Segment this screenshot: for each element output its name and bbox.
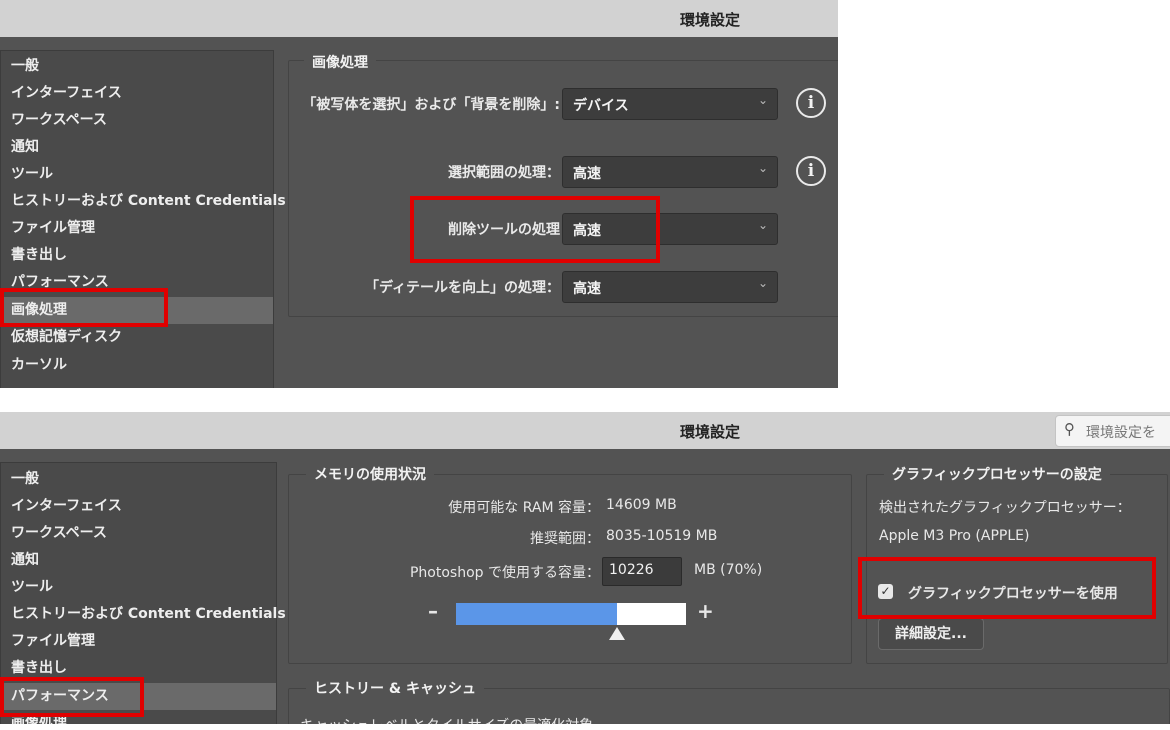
sidebar-item-notifications[interactable]: 通知 xyxy=(1,134,273,161)
window-title: 環境設定 xyxy=(680,423,741,441)
chevron-down-icon: ⌄ xyxy=(757,93,768,107)
dropdown-value: 高速 xyxy=(573,166,601,182)
memory-group-title: メモリの使用状況 xyxy=(306,464,434,484)
range-label: 推奨範囲： xyxy=(530,531,600,547)
chevron-down-icon: ⌄ xyxy=(757,276,768,290)
usage-input-value: 10226 xyxy=(609,562,654,578)
enhance-detail-label: 「ディテールを向上」の処理： xyxy=(364,280,560,296)
gpu-group-title: グラフィックプロセッサーの設定 xyxy=(884,464,1110,484)
history-group-title: ヒストリー & キャッシュ xyxy=(306,678,484,698)
subject-select-label: 「被写体を選択」および「背景を削除」: xyxy=(302,97,560,113)
sidebar-item-scratch-disks[interactable]: 仮想記憶ディスク xyxy=(1,324,273,351)
slider-plus[interactable]: + xyxy=(697,599,714,623)
sidebar-item-file-handling[interactable]: ファイル管理 xyxy=(1,628,276,655)
sidebar-item-notifications[interactable]: 通知 xyxy=(1,547,276,574)
sidebar-item-cursors[interactable]: カーソル xyxy=(1,352,273,379)
info-icon[interactable]: i xyxy=(796,156,826,186)
enhance-detail-dropdown[interactable]: 高速 ⌄ xyxy=(562,271,778,303)
usage-input[interactable]: 10226 xyxy=(602,557,682,586)
chevron-down-icon: ⌄ xyxy=(757,161,768,175)
search-field[interactable]: ⚲ 環境設定を xyxy=(1055,415,1170,447)
slider-minus[interactable]: – xyxy=(428,599,438,623)
detected-gpu-label: 検出されたグラフィックプロセッサー： xyxy=(879,500,1131,516)
sidebar-item-general[interactable]: 一般 xyxy=(1,53,273,80)
detected-gpu-value: Apple M3 Pro (APPLE) xyxy=(879,528,1030,544)
sidebar-item-workspace[interactable]: ワークスペース xyxy=(1,520,276,547)
top-preferences-window: 環境設定 一般 インターフェイス ワークスペース 通知 ツール ヒストリーおよび… xyxy=(0,0,838,388)
range-value: 8035-10519 MB xyxy=(606,528,718,544)
title-bar: 環境設定 ⚲ 環境設定を xyxy=(0,412,1170,449)
selection-processing-label: 選択範囲の処理： xyxy=(448,165,560,181)
sidebar-item-history[interactable]: ヒストリーおよび Content Credentials xyxy=(1,601,286,628)
subject-select-dropdown[interactable]: デバイス ⌄ xyxy=(562,88,778,120)
selection-processing-dropdown[interactable]: 高速 ⌄ xyxy=(562,156,778,188)
search-icon: ⚲ xyxy=(1064,420,1075,438)
search-placeholder: 環境設定を xyxy=(1086,425,1156,441)
highlight-use-gpu xyxy=(858,557,1156,619)
ram-label: 使用可能な RAM 容量： xyxy=(448,500,600,516)
history-cut-text: キャッシュレベルとタイルサイズの最適化対象 xyxy=(300,715,593,724)
slider-thumb[interactable] xyxy=(609,627,625,640)
memory-slider-fill xyxy=(456,603,617,625)
highlight-sidebar-performance xyxy=(0,677,144,717)
sidebar-item-tools[interactable]: ツール xyxy=(1,574,276,601)
usage-unit: MB (70%) xyxy=(694,562,763,578)
info-icon[interactable]: i xyxy=(796,88,826,118)
sidebar-item-interface[interactable]: インターフェイス xyxy=(1,493,276,520)
group-title: 画像処理 xyxy=(304,52,376,72)
sidebar: 一般 インターフェイス ワークスペース 通知 ツール ヒストリーおよび Cont… xyxy=(0,50,286,388)
chevron-down-icon: ⌄ xyxy=(757,218,768,232)
dropdown-value: 高速 xyxy=(573,281,601,297)
sidebar-item-history[interactable]: ヒストリーおよび Content Credentials xyxy=(1,188,286,215)
highlight-sidebar-image-processing xyxy=(0,288,168,327)
advanced-settings-button[interactable]: 詳細設定... xyxy=(878,618,984,650)
sidebar-item-workspace[interactable]: ワークスペース xyxy=(1,107,273,134)
highlight-remove-tool xyxy=(410,196,660,263)
sidebar-item-tools[interactable]: ツール xyxy=(1,161,273,188)
sidebar-item-general[interactable]: 一般 xyxy=(1,466,276,493)
title-bar: 環境設定 xyxy=(0,0,838,37)
usage-label: Photoshop で使用する容量： xyxy=(409,565,600,581)
ram-value: 14609 MB xyxy=(606,497,677,513)
sidebar-item-file-handling[interactable]: ファイル管理 xyxy=(1,215,273,242)
sidebar-item-export[interactable]: 書き出し xyxy=(1,242,273,269)
sidebar-item-interface[interactable]: インターフェイス xyxy=(1,80,273,107)
dropdown-value: デバイス xyxy=(573,98,629,114)
window-title: 環境設定 xyxy=(680,11,741,29)
memory-slider-track[interactable] xyxy=(456,603,686,625)
